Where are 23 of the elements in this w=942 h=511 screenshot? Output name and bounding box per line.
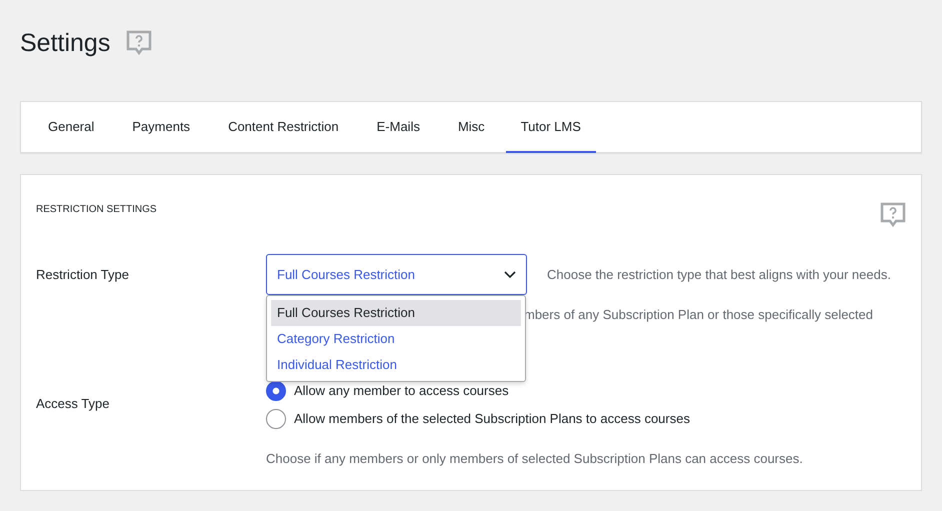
radio-label[interactable]: Allow any member to access courses [294,381,509,401]
section-title: RESTRICTION SETTINGS [36,203,157,217]
dropdown-option[interactable]: Full Courses Restriction [271,300,521,326]
radio-label[interactable]: Allow members of the selected Subscription Plans to access courses [294,409,690,429]
radio-button[interactable] [266,409,286,429]
tab[interactable]: E-Mails [360,102,437,153]
description-text: Choose if any members or only members of selected Subscription Plans can access courses. [266,451,803,466]
field-label: Access Type [36,396,110,411]
chevron-icon [504,270,516,278]
restriction-type-select[interactable]: Full Courses Restriction [266,254,527,295]
dropdown-option[interactable]: Individual Restriction [271,352,521,378]
tab[interactable]: Payments [115,102,208,153]
tab[interactable]: Tutor LMS [506,102,596,153]
dropdown-option[interactable]: Category Restriction [271,326,521,352]
tab[interactable]: Content Restriction [211,102,356,153]
field-label: Restriction Type [36,266,129,284]
tab[interactable]: General [31,102,112,153]
tab[interactable]: Misc [440,102,502,153]
help-icon[interactable] [126,30,152,56]
page-title: Settings [20,28,110,59]
help-text: Choose the restriction type that best aligns with your needs. [547,266,891,284]
radio-button[interactable] [266,381,286,401]
help-icon[interactable] [880,202,906,228]
